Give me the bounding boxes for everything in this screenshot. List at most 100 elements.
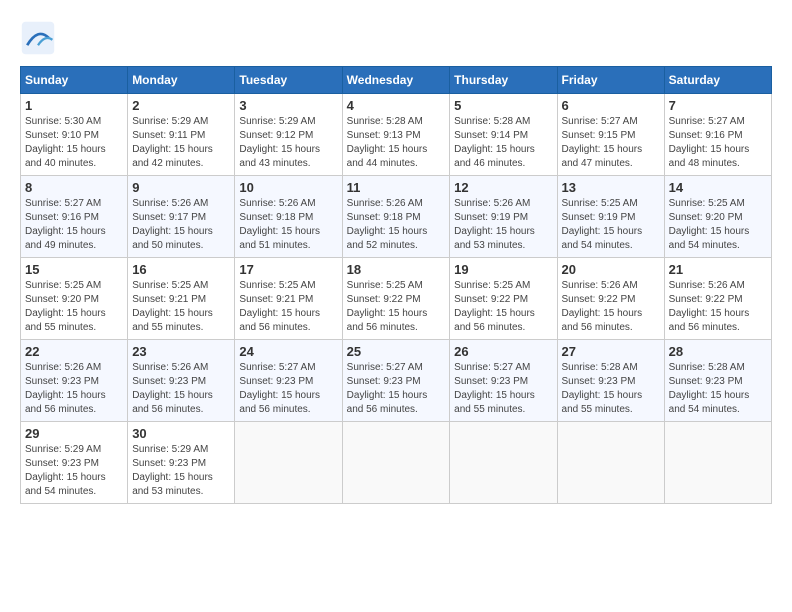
day-info: Sunrise: 5:25 AM Sunset: 9:20 PM Dayligh… <box>25 279 123 335</box>
day-info: Sunrise: 5:28 AM Sunset: 9:23 PM Dayligh… <box>562 361 660 417</box>
day-number: 24 <box>239 344 337 359</box>
day-info: Sunrise: 5:28 AM Sunset: 9:14 PM Dayligh… <box>454 115 552 171</box>
day-info: Sunrise: 5:28 AM Sunset: 9:23 PM Dayligh… <box>669 361 767 417</box>
calendar-cell <box>664 422 771 504</box>
day-number: 4 <box>347 98 446 113</box>
calendar-cell: 27 Sunrise: 5:28 AM Sunset: 9:23 PM Dayl… <box>557 340 664 422</box>
day-number: 19 <box>454 262 552 277</box>
calendar-cell: 18 Sunrise: 5:25 AM Sunset: 9:22 PM Dayl… <box>342 258 450 340</box>
day-info: Sunrise: 5:26 AM Sunset: 9:23 PM Dayligh… <box>25 361 123 417</box>
calendar-table: SundayMondayTuesdayWednesdayThursdayFrid… <box>20 66 772 504</box>
day-info: Sunrise: 5:25 AM Sunset: 9:22 PM Dayligh… <box>347 279 446 335</box>
day-number: 15 <box>25 262 123 277</box>
calendar-cell: 10 Sunrise: 5:26 AM Sunset: 9:18 PM Dayl… <box>235 176 342 258</box>
day-info: Sunrise: 5:29 AM Sunset: 9:23 PM Dayligh… <box>132 443 230 499</box>
logo <box>20 20 62 56</box>
day-info: Sunrise: 5:27 AM Sunset: 9:23 PM Dayligh… <box>239 361 337 417</box>
day-number: 17 <box>239 262 337 277</box>
calendar-week-row: 8 Sunrise: 5:27 AM Sunset: 9:16 PM Dayli… <box>21 176 772 258</box>
day-number: 11 <box>347 180 446 195</box>
day-number: 29 <box>25 426 123 441</box>
calendar-cell: 3 Sunrise: 5:29 AM Sunset: 9:12 PM Dayli… <box>235 94 342 176</box>
day-number: 18 <box>347 262 446 277</box>
day-info: Sunrise: 5:26 AM Sunset: 9:18 PM Dayligh… <box>347 197 446 253</box>
weekday-header-wednesday: Wednesday <box>342 67 450 94</box>
weekday-header-tuesday: Tuesday <box>235 67 342 94</box>
calendar-cell <box>342 422 450 504</box>
day-info: Sunrise: 5:27 AM Sunset: 9:16 PM Dayligh… <box>25 197 123 253</box>
calendar-cell: 23 Sunrise: 5:26 AM Sunset: 9:23 PM Dayl… <box>128 340 235 422</box>
weekday-header-sunday: Sunday <box>21 67 128 94</box>
calendar-cell: 29 Sunrise: 5:29 AM Sunset: 9:23 PM Dayl… <box>21 422 128 504</box>
day-number: 8 <box>25 180 123 195</box>
day-number: 26 <box>454 344 552 359</box>
day-info: Sunrise: 5:27 AM Sunset: 9:23 PM Dayligh… <box>454 361 552 417</box>
weekday-header-saturday: Saturday <box>664 67 771 94</box>
day-info: Sunrise: 5:26 AM Sunset: 9:22 PM Dayligh… <box>562 279 660 335</box>
calendar-cell: 21 Sunrise: 5:26 AM Sunset: 9:22 PM Dayl… <box>664 258 771 340</box>
day-number: 3 <box>239 98 337 113</box>
day-number: 28 <box>669 344 767 359</box>
calendar-cell: 14 Sunrise: 5:25 AM Sunset: 9:20 PM Dayl… <box>664 176 771 258</box>
calendar-cell: 9 Sunrise: 5:26 AM Sunset: 9:17 PM Dayli… <box>128 176 235 258</box>
logo-icon <box>20 20 56 56</box>
calendar-cell: 25 Sunrise: 5:27 AM Sunset: 9:23 PM Dayl… <box>342 340 450 422</box>
calendar-cell: 8 Sunrise: 5:27 AM Sunset: 9:16 PM Dayli… <box>21 176 128 258</box>
day-info: Sunrise: 5:29 AM Sunset: 9:11 PM Dayligh… <box>132 115 230 171</box>
calendar-cell: 12 Sunrise: 5:26 AM Sunset: 9:19 PM Dayl… <box>450 176 557 258</box>
day-info: Sunrise: 5:25 AM Sunset: 9:19 PM Dayligh… <box>562 197 660 253</box>
day-info: Sunrise: 5:26 AM Sunset: 9:18 PM Dayligh… <box>239 197 337 253</box>
day-info: Sunrise: 5:30 AM Sunset: 9:10 PM Dayligh… <box>25 115 123 171</box>
calendar-cell <box>450 422 557 504</box>
day-number: 25 <box>347 344 446 359</box>
day-info: Sunrise: 5:25 AM Sunset: 9:21 PM Dayligh… <box>239 279 337 335</box>
day-number: 5 <box>454 98 552 113</box>
calendar-cell: 6 Sunrise: 5:27 AM Sunset: 9:15 PM Dayli… <box>557 94 664 176</box>
calendar-cell <box>235 422 342 504</box>
weekday-header-monday: Monday <box>128 67 235 94</box>
day-info: Sunrise: 5:25 AM Sunset: 9:21 PM Dayligh… <box>132 279 230 335</box>
calendar-cell: 17 Sunrise: 5:25 AM Sunset: 9:21 PM Dayl… <box>235 258 342 340</box>
calendar-cell: 13 Sunrise: 5:25 AM Sunset: 9:19 PM Dayl… <box>557 176 664 258</box>
calendar-week-row: 29 Sunrise: 5:29 AM Sunset: 9:23 PM Dayl… <box>21 422 772 504</box>
day-number: 10 <box>239 180 337 195</box>
calendar-cell: 16 Sunrise: 5:25 AM Sunset: 9:21 PM Dayl… <box>128 258 235 340</box>
day-number: 7 <box>669 98 767 113</box>
calendar-cell: 26 Sunrise: 5:27 AM Sunset: 9:23 PM Dayl… <box>450 340 557 422</box>
day-info: Sunrise: 5:27 AM Sunset: 9:16 PM Dayligh… <box>669 115 767 171</box>
calendar-header-row: SundayMondayTuesdayWednesdayThursdayFrid… <box>21 67 772 94</box>
day-info: Sunrise: 5:25 AM Sunset: 9:20 PM Dayligh… <box>669 197 767 253</box>
day-number: 16 <box>132 262 230 277</box>
day-number: 13 <box>562 180 660 195</box>
calendar-cell: 5 Sunrise: 5:28 AM Sunset: 9:14 PM Dayli… <box>450 94 557 176</box>
day-info: Sunrise: 5:27 AM Sunset: 9:15 PM Dayligh… <box>562 115 660 171</box>
calendar-cell: 19 Sunrise: 5:25 AM Sunset: 9:22 PM Dayl… <box>450 258 557 340</box>
day-number: 9 <box>132 180 230 195</box>
calendar-cell: 1 Sunrise: 5:30 AM Sunset: 9:10 PM Dayli… <box>21 94 128 176</box>
day-number: 2 <box>132 98 230 113</box>
calendar-cell: 2 Sunrise: 5:29 AM Sunset: 9:11 PM Dayli… <box>128 94 235 176</box>
weekday-header-friday: Friday <box>557 67 664 94</box>
calendar-cell: 15 Sunrise: 5:25 AM Sunset: 9:20 PM Dayl… <box>21 258 128 340</box>
day-info: Sunrise: 5:26 AM Sunset: 9:22 PM Dayligh… <box>669 279 767 335</box>
calendar-cell: 28 Sunrise: 5:28 AM Sunset: 9:23 PM Dayl… <box>664 340 771 422</box>
day-number: 27 <box>562 344 660 359</box>
day-number: 20 <box>562 262 660 277</box>
day-info: Sunrise: 5:26 AM Sunset: 9:23 PM Dayligh… <box>132 361 230 417</box>
day-number: 21 <box>669 262 767 277</box>
day-info: Sunrise: 5:28 AM Sunset: 9:13 PM Dayligh… <box>347 115 446 171</box>
calendar-week-row: 1 Sunrise: 5:30 AM Sunset: 9:10 PM Dayli… <box>21 94 772 176</box>
day-number: 22 <box>25 344 123 359</box>
day-number: 14 <box>669 180 767 195</box>
day-info: Sunrise: 5:29 AM Sunset: 9:12 PM Dayligh… <box>239 115 337 171</box>
day-number: 6 <box>562 98 660 113</box>
calendar-cell: 11 Sunrise: 5:26 AM Sunset: 9:18 PM Dayl… <box>342 176 450 258</box>
calendar-week-row: 15 Sunrise: 5:25 AM Sunset: 9:20 PM Dayl… <box>21 258 772 340</box>
calendar-cell: 24 Sunrise: 5:27 AM Sunset: 9:23 PM Dayl… <box>235 340 342 422</box>
calendar-cell <box>557 422 664 504</box>
day-info: Sunrise: 5:29 AM Sunset: 9:23 PM Dayligh… <box>25 443 123 499</box>
calendar-cell: 20 Sunrise: 5:26 AM Sunset: 9:22 PM Dayl… <box>557 258 664 340</box>
calendar-cell: 22 Sunrise: 5:26 AM Sunset: 9:23 PM Dayl… <box>21 340 128 422</box>
day-info: Sunrise: 5:26 AM Sunset: 9:17 PM Dayligh… <box>132 197 230 253</box>
day-info: Sunrise: 5:25 AM Sunset: 9:22 PM Dayligh… <box>454 279 552 335</box>
